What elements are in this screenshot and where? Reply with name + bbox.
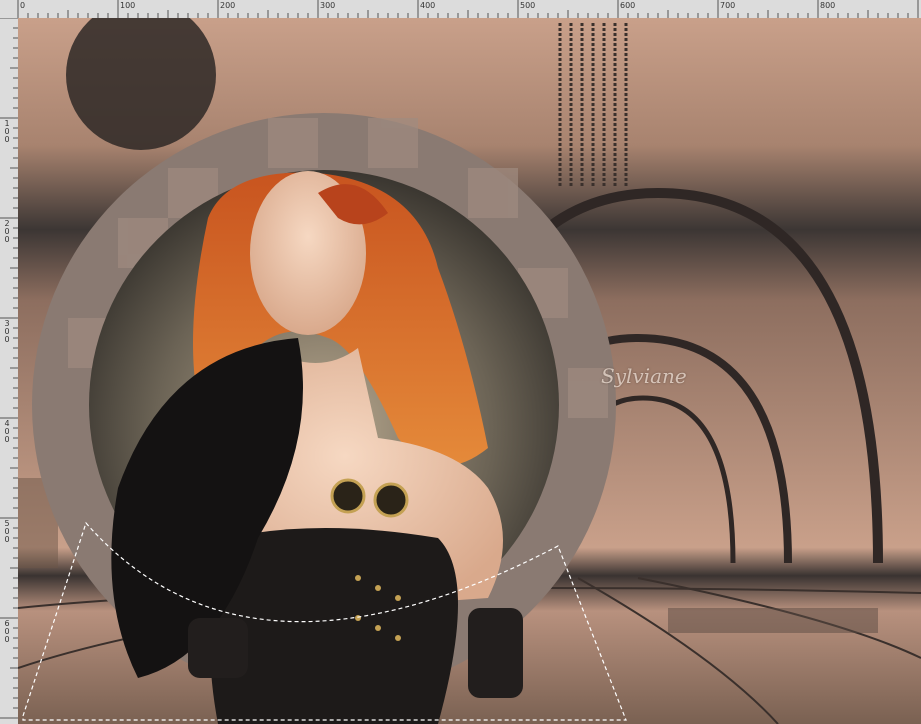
signature-watermark: Sylviane xyxy=(601,364,687,388)
ruler-left-label: 600 xyxy=(4,619,10,644)
ruler-vertical[interactable]: 100 200 300 400 500 600 xyxy=(0,18,19,724)
ruler-top-label: 100 xyxy=(120,1,136,10)
ruler-left-label: 200 xyxy=(4,219,10,244)
ruler-top-label: 300 xyxy=(320,1,336,10)
ruler-top-label: 400 xyxy=(420,1,436,10)
ruler-left-label: 500 xyxy=(4,519,10,544)
ruler-top-label: 200 xyxy=(220,1,236,10)
ruler-top-label: 600 xyxy=(620,1,636,10)
artwork-svg xyxy=(18,18,921,724)
ruler-top-label: 500 xyxy=(520,1,536,10)
ruler-left-label: 100 xyxy=(4,119,10,144)
ruler-top-label: 800 xyxy=(820,1,836,10)
ruler-top-label: 700 xyxy=(720,1,736,10)
image-canvas[interactable]: Sylviane xyxy=(18,18,921,724)
ruler-horizontal[interactable]: 0 100 200 300 400 500 600 700 800 xyxy=(0,0,921,19)
ruler-left-label: 300 xyxy=(4,319,10,344)
ruler-left-label: 400 xyxy=(4,419,10,444)
ruler-top-label: 0 xyxy=(20,1,26,10)
floor-grate xyxy=(668,608,878,633)
